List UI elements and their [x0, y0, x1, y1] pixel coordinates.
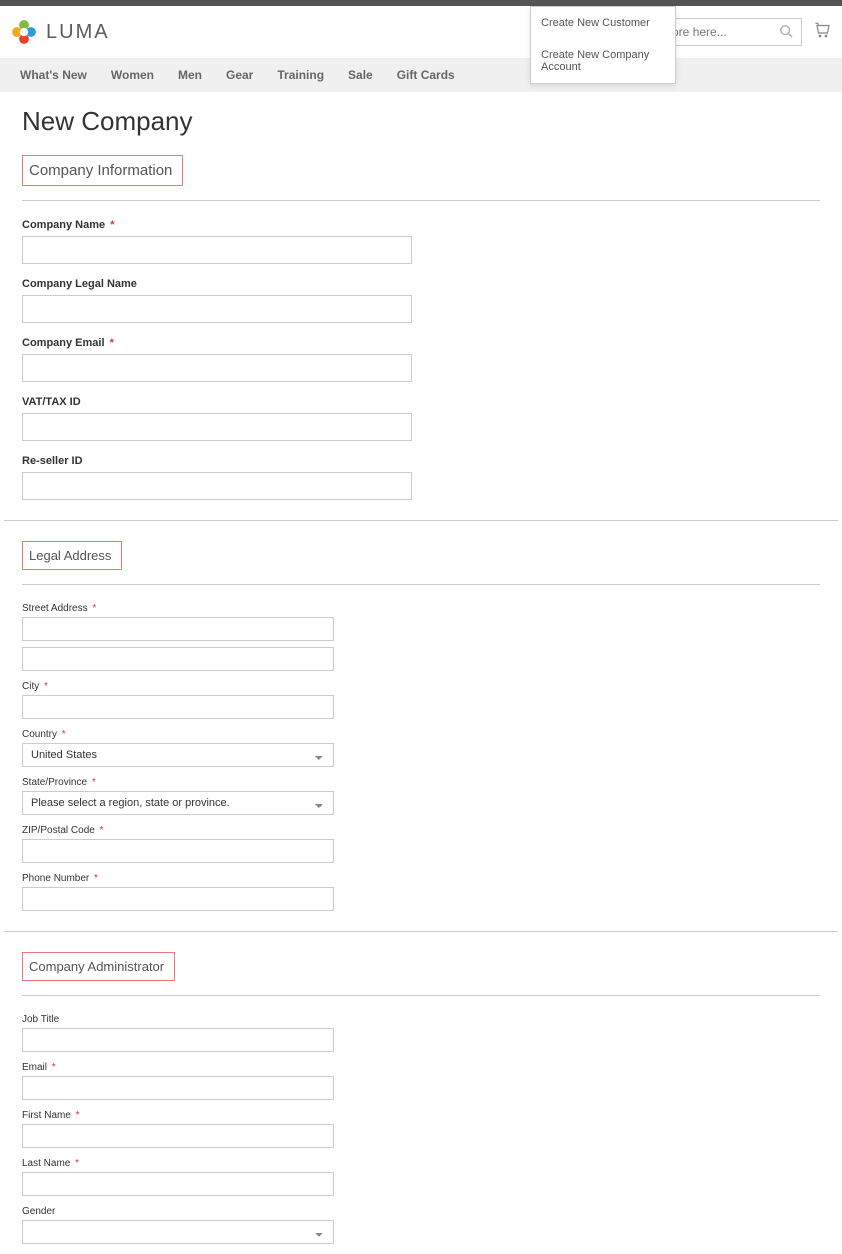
label-state: State/Province * — [22, 777, 820, 788]
label-street: Street Address * — [22, 603, 820, 614]
search-icon[interactable] — [779, 24, 793, 41]
label-vat: VAT/TAX ID — [22, 396, 820, 408]
label-company-legal-name: Company Legal Name — [22, 278, 820, 290]
section-company-info: Company Information Company Name * Compa… — [0, 155, 842, 500]
field-company-email: Company Email * — [22, 337, 820, 382]
input-zip[interactable] — [22, 839, 334, 863]
divider — [4, 520, 838, 521]
nav-training[interactable]: Training — [265, 58, 336, 92]
input-company-legal-name[interactable] — [22, 295, 412, 323]
field-gender: Gender — [22, 1206, 820, 1244]
nav-women[interactable]: Women — [99, 58, 166, 92]
input-street-1[interactable] — [22, 617, 334, 641]
label-reseller: Re-seller ID — [22, 455, 820, 467]
section-title-legal-address: Legal Address — [22, 541, 122, 570]
nav-men[interactable]: Men — [166, 58, 214, 92]
logo[interactable]: LUMA — [10, 18, 110, 46]
select-country[interactable]: United States — [22, 743, 334, 767]
field-admin-email: Email * — [22, 1062, 820, 1100]
label-phone: Phone Number * — [22, 873, 820, 884]
label-last-name: Last Name * — [22, 1158, 820, 1169]
input-first-name[interactable] — [22, 1124, 334, 1148]
label-zip: ZIP/Postal Code * — [22, 825, 820, 836]
field-phone: Phone Number * — [22, 873, 820, 911]
field-street: Street Address * — [22, 603, 820, 671]
label-job-title: Job Title — [22, 1014, 820, 1025]
input-vat[interactable] — [22, 413, 412, 441]
field-company-name: Company Name * — [22, 219, 820, 264]
account-dropdown: Create New Customer Create New Company A… — [530, 6, 676, 84]
field-first-name: First Name * — [22, 1110, 820, 1148]
field-state: State/Province * Please select a region,… — [22, 777, 820, 815]
section-title-company-info: Company Information — [22, 155, 183, 186]
section-company-admin: Company Administrator Job Title Email * … — [0, 952, 842, 1244]
page-title: New Company — [0, 92, 842, 155]
section-title-company-admin: Company Administrator — [22, 952, 175, 981]
input-job-title[interactable] — [22, 1028, 334, 1052]
logo-icon — [10, 18, 38, 46]
input-last-name[interactable] — [22, 1172, 334, 1196]
label-gender: Gender — [22, 1206, 820, 1217]
select-gender[interactable] — [22, 1220, 334, 1244]
field-vat: VAT/TAX ID — [22, 396, 820, 441]
select-state[interactable]: Please select a region, state or provinc… — [22, 791, 334, 815]
label-company-name: Company Name * — [22, 219, 820, 231]
brand-text: LUMA — [46, 21, 110, 44]
dropdown-create-customer[interactable]: Create New Customer — [531, 7, 675, 39]
input-company-email[interactable] — [22, 354, 412, 382]
input-street-2[interactable] — [22, 647, 334, 671]
label-company-email: Company Email * — [22, 337, 820, 349]
nav-sale[interactable]: Sale — [336, 58, 385, 92]
field-zip: ZIP/Postal Code * — [22, 825, 820, 863]
input-admin-email[interactable] — [22, 1076, 334, 1100]
nav-gift-cards[interactable]: Gift Cards — [385, 58, 467, 92]
label-admin-email: Email * — [22, 1062, 820, 1073]
nav-whats-new[interactable]: What's New — [8, 58, 99, 92]
main-nav: What's New Women Men Gear Training Sale … — [0, 58, 842, 92]
nav-gear[interactable]: Gear — [214, 58, 265, 92]
field-country: Country * United States — [22, 729, 820, 767]
input-reseller[interactable] — [22, 472, 412, 500]
field-city: City * — [22, 681, 820, 719]
label-first-name: First Name * — [22, 1110, 820, 1121]
label-city: City * — [22, 681, 820, 692]
field-company-legal-name: Company Legal Name — [22, 278, 820, 323]
dropdown-create-company[interactable]: Create New Company Account — [531, 39, 675, 83]
header: LUMA Create New Customer Create New Comp… — [0, 6, 842, 58]
section-legal-address: Legal Address Street Address * City * Co… — [0, 541, 842, 911]
field-job-title: Job Title — [22, 1014, 820, 1052]
field-reseller: Re-seller ID — [22, 455, 820, 500]
divider — [4, 931, 838, 932]
field-last-name: Last Name * — [22, 1158, 820, 1196]
input-city[interactable] — [22, 695, 334, 719]
input-company-name[interactable] — [22, 236, 412, 264]
input-phone[interactable] — [22, 887, 334, 911]
label-country: Country * — [22, 729, 820, 740]
cart-icon[interactable] — [814, 21, 832, 44]
